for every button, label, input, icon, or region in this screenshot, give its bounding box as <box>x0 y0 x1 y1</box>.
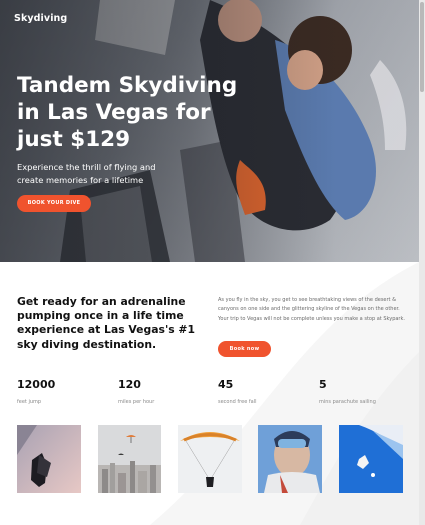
stat-label: mins parachute sailing <box>319 399 376 405</box>
city-parachute-photo[interactable] <box>98 425 161 493</box>
intro-heading: Get ready for an adrenaline pumping once… <box>17 295 195 351</box>
stat-free-fall: 45 second free fall <box>218 378 256 405</box>
stat-label: feet jump <box>17 399 42 405</box>
book-now-button[interactable]: Book now <box>218 341 271 357</box>
stat-label: second free fall <box>218 399 257 405</box>
brand-logo[interactable]: Skydiving <box>14 13 67 24</box>
hero-title: Tandem Skydiving in Las Vegas for just $… <box>17 73 238 152</box>
stat-value: 120 <box>118 378 141 391</box>
tandem-jump-photo[interactable] <box>17 425 81 493</box>
intro-paragraph: As you fly in the sky, you get to see br… <box>218 297 405 322</box>
scrollbar-thumb[interactable] <box>420 2 424 92</box>
stat-value: 5 <box>319 378 327 391</box>
stat-label: miles per hour <box>118 399 155 405</box>
page: Skydiving Tandem Skydiving in Las Vegas … <box>0 0 425 525</box>
stat-parachute-sailing: 5 mins parachute sailing <box>319 378 376 405</box>
blue-parachute-photo[interactable] <box>339 425 403 493</box>
hero-section: Skydiving Tandem Skydiving in Las Vegas … <box>0 0 419 262</box>
book-your-dive-button[interactable]: BOOK YOUR DIVE <box>17 195 91 212</box>
orange-canopy-photo[interactable] <box>178 425 242 493</box>
stat-value: 12000 <box>17 378 56 391</box>
skydiver-portrait-photo[interactable] <box>258 425 322 493</box>
stat-feet-jump: 12000 feet jump <box>17 378 55 405</box>
hero-subtitle: Experience the thrill of flying and crea… <box>17 162 156 185</box>
stat-miles-per-hour: 120 miles per hour <box>118 378 154 405</box>
stat-value: 45 <box>218 378 234 391</box>
